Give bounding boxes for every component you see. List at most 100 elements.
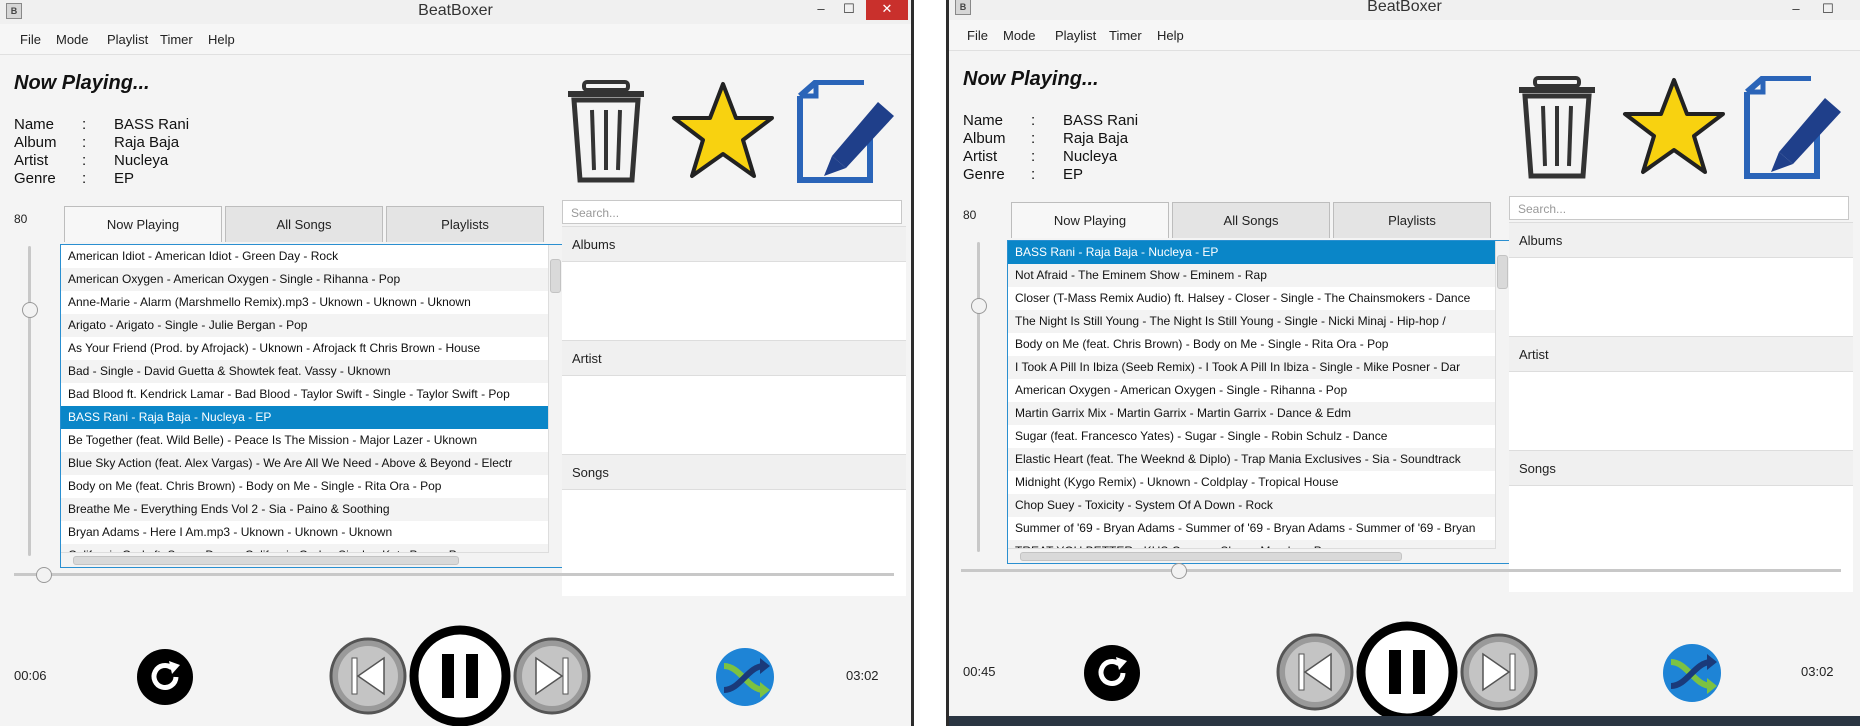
tab-all-songs[interactable]: All Songs — [1172, 202, 1330, 238]
list-item[interactable]: As Your Friend (Prod. by Afrojack) - Ukn… — [61, 337, 563, 360]
list-vertical-scrollbar[interactable] — [1495, 241, 1510, 549]
shuffle-icon[interactable] — [1661, 642, 1723, 704]
trash-icon[interactable] — [1515, 76, 1599, 180]
pause-icon[interactable] — [408, 624, 512, 726]
menu-bar: File Mode Playlist Timer Help — [0, 24, 911, 55]
volume-slider[interactable] — [977, 242, 980, 552]
list-item[interactable]: Sugar (feat. Francesco Yates) - Sugar - … — [1008, 425, 1510, 448]
list-item[interactable]: Blue Sky Action (feat. Alex Vargas) - We… — [61, 452, 563, 475]
list-item[interactable]: Bad - Single - David Guetta & Showtek fe… — [61, 360, 563, 383]
previous-track-icon[interactable] — [328, 636, 408, 716]
list-item[interactable]: Body on Me (feat. Chris Brown) - Body on… — [61, 475, 563, 498]
menu-file[interactable]: File — [20, 32, 41, 47]
info-genre-value: EP — [114, 170, 135, 187]
next-track-icon[interactable] — [512, 636, 592, 716]
seek-bar[interactable] — [14, 573, 894, 576]
minimize-button[interactable]: – — [806, 0, 836, 20]
scroll-thumb[interactable] — [1497, 255, 1508, 289]
elapsed-time: 00:06 — [14, 668, 47, 683]
menu-help[interactable]: Help — [208, 32, 235, 47]
list-item-selected[interactable]: BASS Rani - Raja Baja - Nucleya - EP — [61, 406, 563, 429]
menu-mode[interactable]: Mode — [1003, 28, 1036, 43]
seek-knob[interactable] — [1171, 563, 1188, 579]
list-item[interactable]: American Oxygen - American Oxygen - Sing… — [61, 268, 563, 291]
list-item[interactable]: Body on Me (feat. Chris Brown) - Body on… — [1008, 333, 1510, 356]
artist-list[interactable] — [1509, 372, 1853, 450]
list-item[interactable]: Bad Blood ft. Kendrick Lamar - Bad Blood… — [61, 383, 563, 406]
albums-header[interactable]: Albums — [1509, 222, 1853, 258]
songs-header[interactable]: Songs — [562, 454, 906, 490]
tab-playlists[interactable]: Playlists — [386, 206, 544, 242]
repeat-icon[interactable] — [1083, 644, 1141, 702]
menu-timer[interactable]: Timer — [1109, 28, 1142, 43]
artist-list[interactable] — [562, 376, 906, 454]
artist-header[interactable]: Artist — [562, 340, 906, 376]
list-item-selected[interactable]: BASS Rani - Raja Baja - Nucleya - EP — [1008, 241, 1510, 264]
volume-slider-knob[interactable] — [22, 302, 38, 318]
list-item[interactable]: Anne-Marie - Alarm (Marshmello Remix).mp… — [61, 291, 563, 314]
menu-file[interactable]: File — [967, 28, 988, 43]
minimize-button[interactable]: – — [1781, 0, 1811, 20]
songs-header[interactable]: Songs — [1509, 450, 1853, 486]
search-input[interactable]: Search... — [1509, 196, 1849, 220]
menu-help[interactable]: Help — [1157, 28, 1184, 43]
menu-mode[interactable]: Mode — [56, 32, 89, 47]
trash-icon[interactable] — [564, 80, 648, 184]
pause-icon[interactable] — [1355, 620, 1459, 724]
list-item[interactable]: American Oxygen - American Oxygen - Sing… — [1008, 379, 1510, 402]
next-track-icon[interactable] — [1459, 632, 1539, 712]
close-button[interactable]: ✕ — [866, 0, 908, 20]
tab-now-playing[interactable]: Now Playing — [64, 206, 222, 242]
albums-list[interactable] — [1509, 258, 1853, 336]
albums-header[interactable]: Albums — [562, 226, 906, 262]
list-item[interactable]: Summer of '69 - Bryan Adams - Summer of … — [1008, 517, 1510, 540]
list-item[interactable]: Elastic Heart (feat. The Weeknd & Diplo)… — [1008, 448, 1510, 471]
menu-timer[interactable]: Timer — [160, 32, 193, 47]
artist-header[interactable]: Artist — [1509, 336, 1853, 372]
seek-knob[interactable] — [36, 567, 53, 583]
list-item[interactable]: I Took A Pill In Ibiza (Seeb Remix) - I … — [1008, 356, 1510, 379]
scroll-thumb[interactable] — [1020, 552, 1402, 561]
volume-slider-knob[interactable] — [971, 298, 987, 314]
menu-bar: File Mode Playlist Timer Help — [949, 20, 1860, 51]
maximize-button[interactable]: ☐ — [834, 0, 864, 20]
list-item[interactable]: Breathe Me - Everything Ends Vol 2 - Sia… — [61, 498, 563, 521]
menu-playlist[interactable]: Playlist — [107, 32, 148, 47]
songs-list[interactable] — [1509, 486, 1853, 592]
scroll-thumb[interactable] — [73, 556, 459, 565]
beatboxer-window-2: B BeatBoxer – ☐ File Mode Playlist Timer… — [946, 0, 1860, 726]
list-item[interactable]: The Night Is Still Young - The Night Is … — [1008, 310, 1510, 333]
star-favorite-icon[interactable] — [1621, 76, 1727, 178]
list-item[interactable]: Midnight (Kygo Remix) - Uknown - Coldpla… — [1008, 471, 1510, 494]
list-item[interactable]: Bryan Adams - Here I Am.mp3 - Uknown - U… — [61, 521, 563, 544]
info-name-value: BASS Rani — [1063, 112, 1139, 129]
albums-list[interactable] — [562, 262, 906, 340]
previous-track-icon[interactable] — [1275, 632, 1355, 712]
maximize-button[interactable]: ☐ — [1813, 0, 1843, 20]
tab-playlists[interactable]: Playlists — [1333, 202, 1491, 238]
volume-slider[interactable] — [28, 246, 31, 556]
star-favorite-icon[interactable] — [670, 80, 776, 182]
list-horizontal-scrollbar[interactable] — [61, 552, 549, 567]
repeat-icon[interactable] — [136, 648, 194, 706]
edit-document-icon[interactable] — [794, 80, 898, 184]
list-vertical-scrollbar[interactable] — [548, 245, 563, 553]
search-input[interactable]: Search... — [562, 200, 902, 224]
list-horizontal-scrollbar[interactable] — [1008, 548, 1496, 563]
list-item[interactable]: American Idiot - American Idiot - Green … — [61, 245, 563, 268]
menu-playlist[interactable]: Playlist — [1055, 28, 1096, 43]
list-item[interactable]: Closer (T-Mass Remix Audio) ft. Halsey -… — [1008, 287, 1510, 310]
list-item[interactable]: Martin Garrix Mix - Martin Garrix - Mart… — [1008, 402, 1510, 425]
scroll-thumb[interactable] — [550, 259, 561, 293]
list-item[interactable]: Be Together (feat. Wild Belle) - Peace I… — [61, 429, 563, 452]
seek-bar[interactable] — [961, 569, 1841, 572]
list-item[interactable]: Chop Suey - Toxicity - System Of A Down … — [1008, 494, 1510, 517]
edit-document-icon[interactable] — [1741, 76, 1845, 180]
songs-list[interactable] — [562, 490, 906, 596]
library-tabs: Now Playing All Songs Playlists — [1011, 202, 1495, 240]
list-item[interactable]: Not Afraid - The Eminem Show - Eminem - … — [1008, 264, 1510, 287]
tab-all-songs[interactable]: All Songs — [225, 206, 383, 242]
tab-now-playing[interactable]: Now Playing — [1011, 202, 1169, 238]
list-item[interactable]: Arigato - Arigato - Single - Julie Berga… — [61, 314, 563, 337]
shuffle-icon[interactable] — [714, 646, 776, 708]
